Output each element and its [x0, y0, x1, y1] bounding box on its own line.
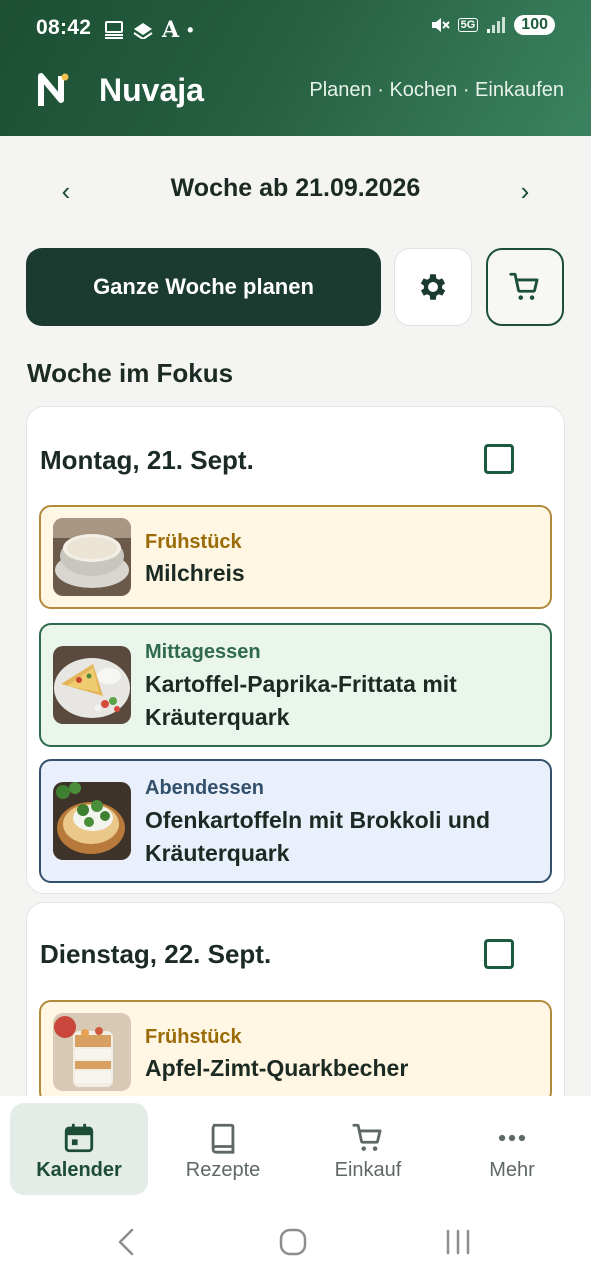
nav-item-einkauf[interactable]: Einkauf: [299, 1103, 437, 1195]
nav-item-mehr[interactable]: Mehr: [443, 1103, 581, 1195]
next-week-button[interactable]: ›: [510, 176, 540, 207]
nav-item-rezepte[interactable]: Rezepte: [154, 1103, 292, 1195]
status-dot-icon: •: [187, 19, 194, 40]
layers-icon: [133, 23, 153, 39]
meal-type-label: Abendessen: [145, 777, 264, 799]
section-title: Woche im Fokus: [27, 358, 234, 388]
recent-apps-icon[interactable]: [443, 1226, 473, 1258]
app-header: 08:42 A • 5G 100 Nuvaja Planen · Kochen …: [0, 0, 591, 136]
day-card: Montag, 21. Sept. Frühstück Milchreis Mi…: [26, 406, 565, 894]
shopping-cart-button[interactable]: [486, 248, 564, 326]
meal-card-dinner[interactable]: Abendessen Ofenkartoffeln mit Brokkoli u…: [39, 759, 552, 883]
app-tagline-nav: Planen · Kochen · Einkaufen: [309, 79, 564, 101]
settings-button[interactable]: [394, 248, 472, 326]
nav-label: Einkauf: [334, 1159, 402, 1181]
meal-card-lunch[interactable]: Mittagessen Kartoffel-Paprika-Frittata m…: [39, 623, 552, 747]
more-icon: [498, 1134, 526, 1142]
status-right-icons: 5G 100: [430, 15, 555, 35]
nav-label: Kalender: [36, 1159, 122, 1181]
day-checkbox[interactable]: [484, 444, 514, 474]
app-logo-icon: [38, 73, 69, 106]
back-icon[interactable]: [114, 1226, 140, 1258]
meal-image: [53, 1013, 131, 1091]
mute-icon: [431, 18, 450, 32]
calendar-icon: [64, 1123, 94, 1153]
day-checkbox[interactable]: [484, 939, 514, 969]
plan-whole-week-button[interactable]: Ganze Woche planen: [26, 248, 381, 326]
meal-name: Milchreis: [145, 560, 245, 586]
week-title: Woche ab 21.09.2026: [170, 174, 421, 202]
home-icon[interactable]: [278, 1226, 308, 1258]
status-time: 08:42: [36, 16, 92, 39]
signal-icon: [487, 17, 506, 33]
day-title: Dienstag, 22. Sept.: [40, 939, 272, 969]
cart-icon: [352, 1123, 382, 1151]
meal-type-label: Frühstück: [145, 1026, 242, 1048]
meal-type-label: Frühstück: [145, 531, 242, 553]
meal-image: [53, 782, 131, 860]
gear-icon: [420, 274, 446, 300]
network-type: 5G: [457, 18, 479, 32]
font-icon: A: [162, 17, 180, 43]
nav-item-kalender[interactable]: Kalender: [10, 1103, 148, 1195]
meal-image: [53, 518, 131, 596]
meal-name: Ofenkartoffeln mit Brokkoli und Kräuterq…: [145, 807, 491, 866]
battery-indicator: 100: [514, 15, 555, 35]
status-notification-icons: A •: [104, 17, 193, 43]
meal-name: Kartoffel-Paprika-Frittata mit Kräuterqu…: [145, 671, 457, 730]
bottom-navigation: Kalender Rezepte Einkauf Mehr: [0, 1096, 591, 1208]
day-title: Montag, 21. Sept.: [40, 445, 254, 475]
app-name: Nuvaja: [99, 72, 204, 108]
nav-label: Mehr: [489, 1159, 535, 1181]
notification-icon: [105, 21, 123, 39]
book-icon: [211, 1123, 235, 1154]
meal-name: Apfel-Zimt-Quarkbecher: [145, 1055, 409, 1081]
cart-icon: [509, 272, 539, 300]
meal-type-label: Mittagessen: [145, 641, 261, 663]
meal-card-breakfast[interactable]: Frühstück Milchreis: [39, 505, 552, 609]
meal-card-breakfast[interactable]: Frühstück Apfel-Zimt-Quarkbecher: [39, 1000, 552, 1104]
system-navigation-bar: [0, 1208, 591, 1280]
nav-label: Rezepte: [185, 1159, 261, 1181]
meal-image: [53, 646, 131, 724]
status-bar: 08:42 A • 5G 100: [0, 0, 591, 58]
